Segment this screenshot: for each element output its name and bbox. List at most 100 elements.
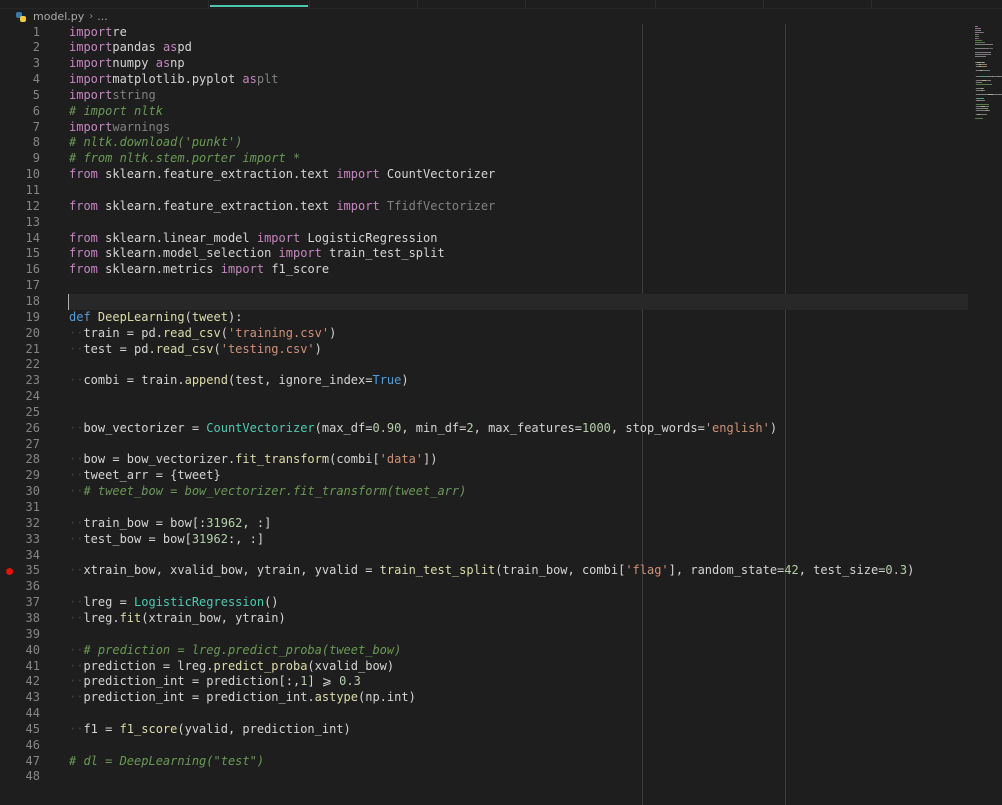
code-line[interactable]: 37 ··lreg = LogisticRegression() [0,595,970,611]
editor-tab[interactable] [871,0,1002,8]
code-token: f1_score [264,262,330,277]
code-token: f1 = [83,721,120,736]
code-line[interactable]: 47 # dl = DeepLearning("test") [0,754,970,770]
code-line[interactable]: 26 ··bow_vectorizer = CountVectorizer(max… [0,421,970,437]
code-line[interactable]: 45 ··f1 = f1_score(yvalid, prediction_int… [0,722,970,738]
python-file-icon [16,11,26,22]
code-line[interactable]: 42 ··prediction_int = prediction[:,1] ⩾ 0… [0,674,970,690]
code-line[interactable]: 30 ··# tweet_bow = bow_vectorizer.fit_tra… [0,484,970,500]
code-token: # import nltk [69,103,163,118]
code-token: lreg = [83,595,135,610]
code-line[interactable]: 2 importpandas aspd [0,40,970,56]
code-token: sklearn.metrics [97,262,221,277]
code-token: as [155,56,171,71]
chevron-right-icon: › [89,11,94,22]
code-line[interactable]: 19 def DeepLearning(tweet): [0,310,970,326]
code-line[interactable]: 10 from sklearn.feature_extraction.text i… [0,167,970,183]
code-line[interactable]: 39 [0,627,970,643]
minimap-token [980,114,987,115]
code-line[interactable]: 17 [0,278,970,294]
minimap[interactable] [975,26,1002,121]
code-line[interactable]: 5 importstring [0,88,970,104]
code-line[interactable]: 8 # nltk.download('punkt') [0,135,970,151]
code-token: bow = bow_vectorizer. [83,452,236,467]
code-line[interactable]: 23 ··combi = train.append(test, ignore_in… [0,373,970,389]
code-line[interactable]: 14 from sklearn.linear_model import Logis… [0,231,970,247]
code-line[interactable]: 38 ··lreg.fit(xtrain_bow, ytrain) [0,611,970,627]
code-token: import [336,198,380,213]
code-line[interactable]: 29 ··tweet_arr = {tweet} [0,468,970,484]
line-number: 40 [25,642,40,657]
code-line[interactable]: 25 [0,405,970,421]
code-line[interactable]: 20 ··train = pd.read_csv('training.csv') [0,326,970,342]
code-line[interactable]: 22 [0,357,970,373]
code-text: ··prediction_int = prediction_int.astype… [69,690,416,706]
code-token: re [112,24,127,39]
breakpoint-icon[interactable] [6,567,13,575]
editor-tab[interactable] [0,0,209,8]
code-text: importpandas aspd [69,40,192,56]
code-token: ·· [69,721,84,736]
line-number: 21 [25,341,40,356]
code-line[interactable]: 16 from sklearn.metrics import f1_score [0,262,970,278]
code-text: # dl = DeepLearning("test") [69,754,264,770]
line-number: 36 [25,579,40,594]
code-line[interactable]: 28 ··bow = bow_vectorizer.fit_transform(c… [0,452,970,468]
code-line[interactable]: 3 importnumpy asnp [0,56,970,72]
code-line[interactable]: 21 ··test = pd.read_csv('testing.csv') [0,342,970,358]
line-number: 26 [25,420,40,435]
code-token: 0.90 [372,420,402,435]
code-line[interactable]: 36 [0,579,970,595]
line-number: 12 [25,198,40,213]
code-line[interactable]: 35 ··xtrain_bow, xvalid_bow, ytrain, yval… [0,563,970,579]
code-line[interactable]: 27 [0,437,970,453]
code-line[interactable]: 4 importmatplotlib.pyplot asplt [0,72,970,88]
code-line[interactable]: 33 ··test_bow = bow[31962:, :] [0,532,970,548]
code-token: test_bow = bow[ [83,531,192,546]
minimap-token [975,118,983,119]
minimap-token [989,70,990,71]
code-line[interactable]: 46 [0,738,970,754]
line-number: 3 [32,56,40,71]
minimap-token [977,38,979,39]
code-token: ( [213,341,221,356]
code-line[interactable]: 24 [0,389,970,405]
minimap-token [975,42,985,43]
code-token: () [264,595,279,610]
code-token: ·· [69,420,84,435]
minimap-token [988,110,990,111]
code-line[interactable]: 48 [0,769,970,785]
code-line[interactable]: 34 [0,548,970,564]
breadcrumb-file[interactable]: model.py [33,10,84,23]
code-token: ·· [69,690,84,705]
code-line[interactable]: 31 [0,500,970,516]
editor-tab[interactable] [763,0,872,8]
line-number: 25 [25,404,40,419]
code-line[interactable]: 32 ··train_bow = bow[:31962, :] [0,516,970,532]
line-number: 47 [25,753,40,768]
editor-tab[interactable] [417,0,526,8]
code-line[interactable]: 43 ··prediction_int = prediction_int.asty… [0,690,970,706]
code-line[interactable]: 1 importre [0,25,970,41]
code-line[interactable]: 12 from sklearn.feature_extraction.text i… [0,199,970,215]
editor-tab[interactable] [655,0,764,8]
code-editor[interactable]: 1 importre 2 importpandas aspd 3 importnumpy … [0,24,1002,805]
code-line[interactable]: 41 ··prediction = lreg.predict_proba(xval… [0,659,970,675]
code-line[interactable]: 44 [0,706,970,722]
code-line[interactable]: 7 importwarnings [0,120,970,136]
code-token: ·· [69,610,84,625]
code-line[interactable]: 11 [0,183,970,199]
breadcrumb-more[interactable]: ... [97,10,108,23]
line-number: 48 [25,769,40,784]
code-line[interactable]: 9 # from nltk.stem.porter import * [0,151,970,167]
code-token: , :] [242,515,272,530]
code-line[interactable]: 15 from sklearn.model_selection import tr… [0,246,970,262]
code-line[interactable]: 6 # import nltk [0,104,970,120]
editor-tab[interactable] [309,0,418,8]
code-token: ] ⩾ [307,674,340,689]
code-line[interactable]: 40 ··# prediction = lreg.predict_proba(tw… [0,643,970,659]
minimap-token [990,80,991,81]
editor-tab[interactable] [525,0,656,8]
code-line[interactable]: 13 [0,215,970,231]
code-line[interactable]: 18 [0,294,970,310]
